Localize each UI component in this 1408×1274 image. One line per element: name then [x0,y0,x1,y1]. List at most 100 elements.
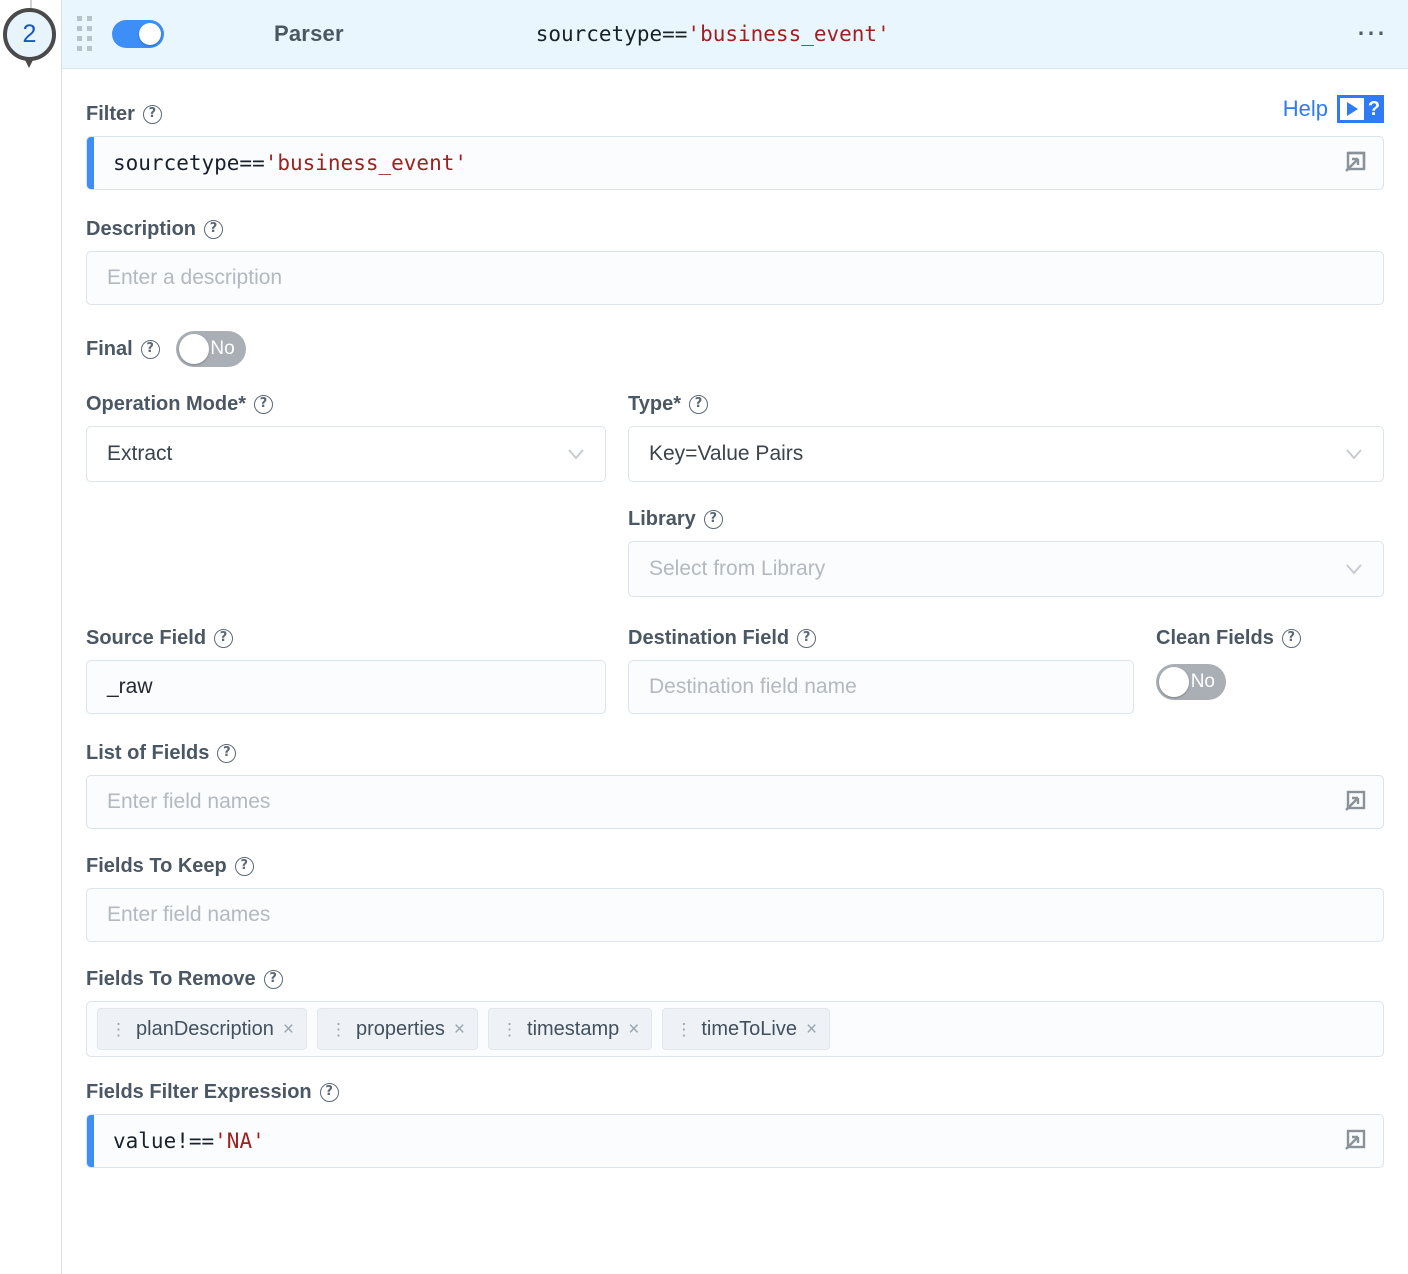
function-overflow-menu-icon[interactable]: ⋯ [1356,19,1388,49]
list-of-fields-placeholder: Enter field names [107,790,271,813]
final-toggle[interactable]: No [175,331,246,367]
help-video-badge-icon[interactable]: ? [1337,95,1384,123]
fields-to-remove-label-row: Fields To Remove ? [86,968,1384,991]
operation-mode-group: Operation Mode* ? Extract [86,393,606,597]
chip-drag-handle-icon[interactable]: ⋮ [110,1021,127,1038]
chip-label: timestamp [527,1017,620,1040]
clean-fields-toggle-value: No [1190,671,1215,692]
mode-type-row: Operation Mode* ? Extract Type* ? Key=Va… [86,393,1384,597]
chip-drag-handle-icon[interactable]: ⋮ [501,1021,518,1038]
chip-remove-icon[interactable]: × [454,1020,465,1039]
operation-mode-label-row: Operation Mode* ? [86,393,606,416]
filter-summary-string: 'business_event' [687,22,890,46]
clean-fields-toggle[interactable]: No [1156,664,1226,700]
expand-editor-icon[interactable] [1341,1128,1367,1154]
chip-drag-handle-icon[interactable]: ⋮ [330,1021,347,1038]
final-toggle-value: No [210,338,235,359]
description-label-row: Description ? [86,218,1384,241]
fields-to-keep-input[interactable]: Enter field names [86,888,1384,942]
type-label-row: Type* ? [628,393,1384,416]
function-enabled-toggle[interactable] [112,20,164,48]
help-tooltip-icon[interactable]: ? [319,1083,339,1102]
field-chip[interactable]: ⋮ properties × [316,1008,479,1050]
pipeline-step-pin[interactable]: 2 [2,8,60,70]
help-tooltip-icon[interactable]: ? [217,744,237,763]
destination-field-input[interactable]: Destination field name [628,660,1134,714]
chip-label: planDescription [136,1017,274,1040]
library-value: Select from Library [649,557,826,580]
expand-editor-icon[interactable] [1341,789,1367,815]
source-field-input[interactable]: _raw [86,660,606,714]
help-tooltip-icon[interactable]: ? [234,857,254,876]
type-value: Key=Value Pairs [649,442,804,465]
type-group: Type* ? Key=Value Pairs Library ? Select… [628,393,1384,597]
help-tooltip-icon[interactable]: ? [204,220,224,239]
list-of-fields-input[interactable]: Enter field names [86,775,1384,829]
fields-to-remove-input[interactable]: ⋮ planDescription × ⋮ properties × ⋮ timestamp ×… [86,1001,1384,1057]
destination-field-label-row: Destination Field ? [628,627,1134,650]
list-of-fields-label-row: List of Fields ? [86,742,1384,765]
final-row: Final ? No [86,331,1384,367]
field-chip[interactable]: ⋮ planDescription × [97,1008,307,1050]
help-tooltip-icon[interactable]: ? [142,105,162,124]
filter-code-text: sourcetype== [113,151,265,175]
operation-mode-label: Operation Mode* [86,393,247,415]
help-link[interactable]: Help ? [1283,95,1384,123]
help-tooltip-icon[interactable]: ? [214,629,234,648]
source-field-label: Source Field [86,627,207,649]
type-select[interactable]: Key=Value Pairs [628,426,1384,482]
help-tooltip-icon[interactable]: ? [1281,629,1301,648]
fields-filter-string-text: 'NA' [214,1129,265,1153]
library-label: Library [628,508,696,530]
clean-fields-label: Clean Fields [1156,627,1274,649]
function-filter-summary: sourcetype=='business_event' [536,22,890,46]
filter-input[interactable]: sourcetype=='business_event' [86,136,1384,190]
toggle-knob [178,334,209,364]
final-label: Final [86,337,133,360]
help-tooltip-icon[interactable]: ? [688,395,708,414]
filter-input-value: sourcetype=='business_event' [113,151,467,175]
chip-remove-icon[interactable]: × [628,1020,639,1039]
help-tooltip-icon[interactable]: ? [703,510,723,529]
description-input[interactable]: Enter a description [86,251,1384,305]
library-select[interactable]: Select from Library [628,541,1384,597]
operation-mode-select[interactable]: Extract [86,426,606,482]
help-tooltip-icon[interactable]: ? [254,395,274,414]
destination-field-group: Destination Field ? Destination field na… [628,627,1134,714]
help-tooltip-icon[interactable]: ? [797,629,817,648]
fields-to-remove-label: Fields To Remove [86,968,256,990]
fields-to-keep-label: Fields To Keep [86,855,227,877]
expand-editor-icon[interactable] [1341,150,1367,176]
clean-fields-group: Clean Fields ? No [1156,627,1384,714]
drag-handle-icon[interactable] [74,15,96,52]
fields-filter-expression-input[interactable]: value!=='NA' [86,1114,1384,1168]
parser-pipeline-function-card: 2 Parser sourcetype=='business_event' ⋯ … [0,0,1408,1274]
field-chip[interactable]: ⋮ timestamp × [488,1008,653,1050]
question-mark-icon: ? [1364,95,1384,123]
fields-filter-expression-label: Fields Filter Expression [86,1081,312,1103]
clean-fields-label-row: Clean Fields ? [1156,627,1384,650]
chevron-down-icon [1346,564,1362,575]
chip-remove-icon[interactable]: × [283,1020,294,1039]
field-chip[interactable]: ⋮ timeToLive × [662,1008,831,1050]
type-label: Type* [628,393,681,415]
destination-field-label: Destination Field [628,627,790,649]
function-body: Help ? Filter ? sourcetype=='business_ev… [62,69,1408,1274]
chevron-down-icon [1346,449,1362,460]
help-label: Help [1282,96,1328,121]
filter-accent-bar [87,137,94,189]
function-title: Parser [274,21,344,46]
toggle-knob [139,23,161,45]
operation-mode-value: Extract [107,442,173,465]
chip-remove-icon[interactable]: × [806,1020,817,1039]
list-of-fields-label: List of Fields [86,742,210,764]
toggle-knob [1159,667,1189,697]
chip-drag-handle-icon[interactable]: ⋮ [675,1021,692,1038]
chip-label: properties [355,1017,445,1040]
help-tooltip-icon[interactable]: ? [140,339,160,359]
help-tooltip-icon[interactable]: ? [263,970,283,989]
fields-filter-expression-value: value!=='NA' [113,1129,265,1153]
fields-filter-accent-bar [87,1115,94,1167]
function-header: Parser sourcetype=='business_event' ⋯ [62,0,1408,69]
chevron-down-icon [568,449,584,460]
